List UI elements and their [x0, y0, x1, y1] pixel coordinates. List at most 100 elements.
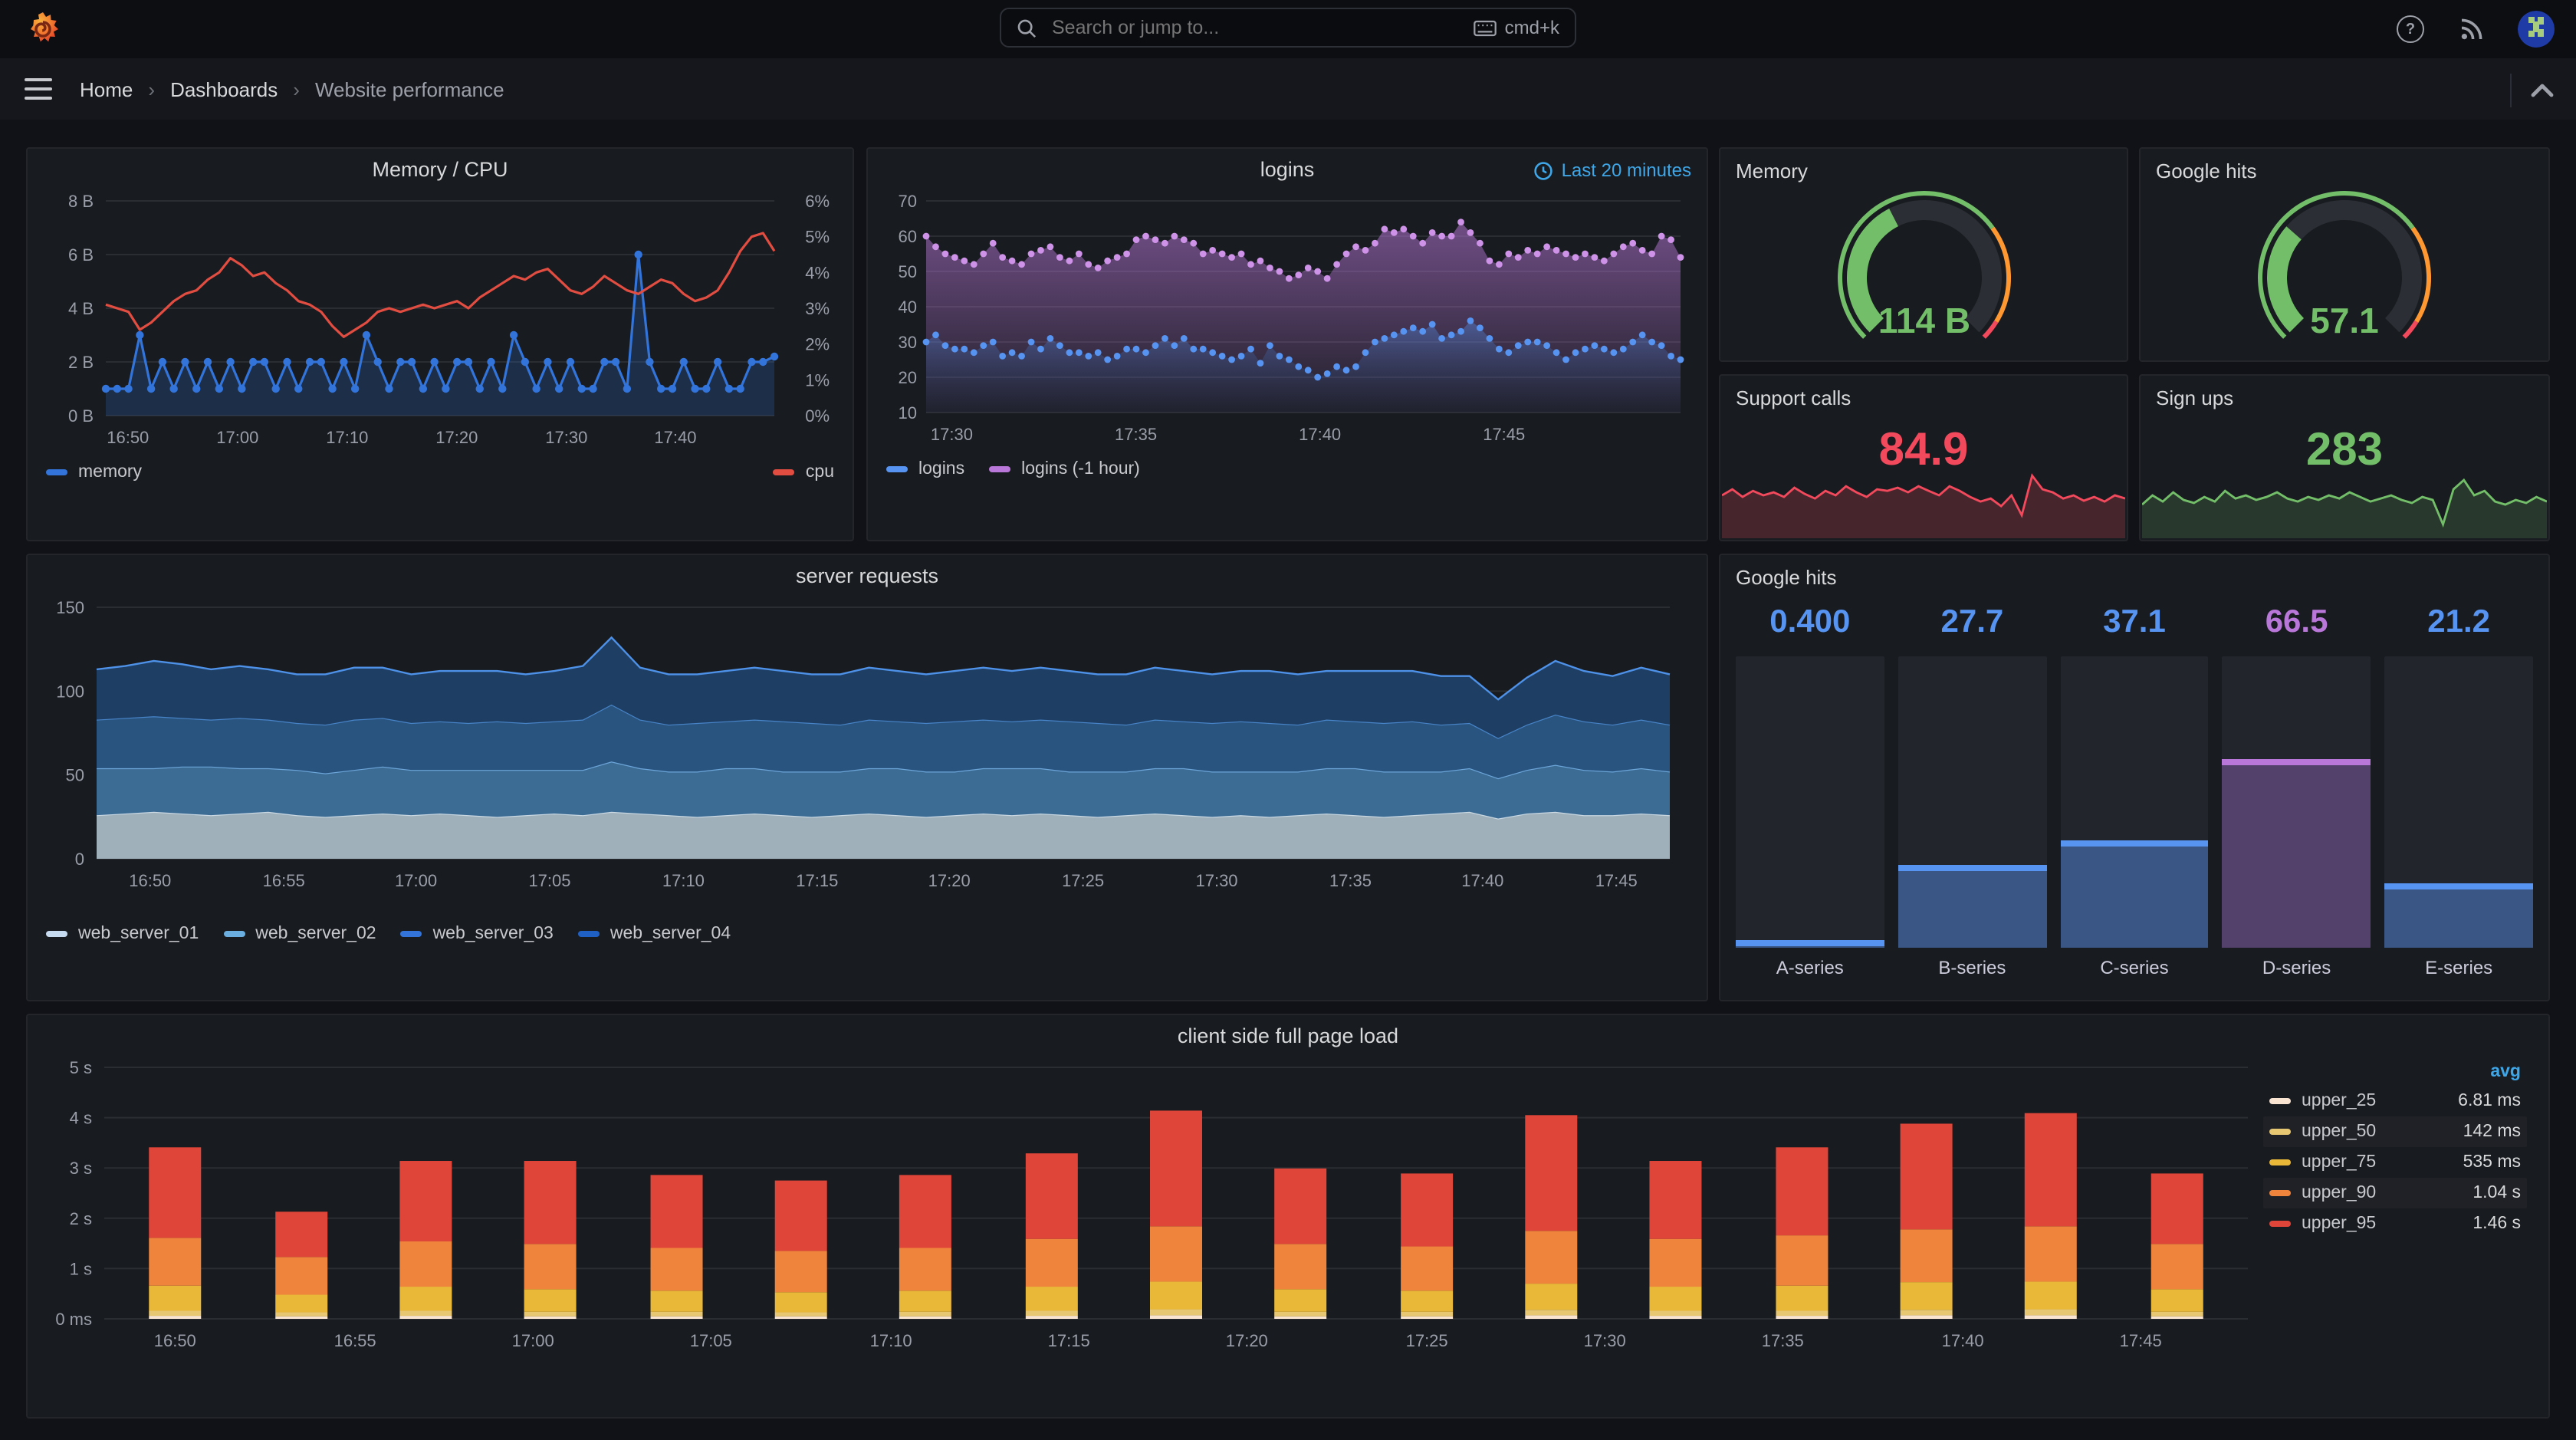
- bar-gauge-column-b: 27.7 B-series: [1898, 604, 2047, 988]
- legend-item-upper-50[interactable]: upper_50 142 ms: [2263, 1116, 2527, 1147]
- bar-track: [2384, 656, 2533, 948]
- svg-text:17:10: 17:10: [326, 428, 368, 447]
- legend-item-upper-90[interactable]: upper_90 1.04 s: [2263, 1178, 2527, 1208]
- panel-title[interactable]: Sign ups: [2156, 386, 2233, 409]
- svg-text:6%: 6%: [805, 192, 830, 211]
- legend-item-cpu[interactable]: cpu: [773, 463, 834, 482]
- bar-track: [2222, 656, 2371, 948]
- svg-text:4 s: 4 s: [70, 1109, 92, 1128]
- svg-text:17:10: 17:10: [870, 1331, 912, 1350]
- upper-75-swatch: [2269, 1159, 2291, 1165]
- panel-title[interactable]: server requests: [28, 555, 1707, 589]
- clock-icon: [1534, 161, 1553, 179]
- legend-avg-header[interactable]: avg: [2263, 1058, 2527, 1086]
- legend-label: cpu: [805, 463, 834, 482]
- search-icon: [1017, 18, 1037, 38]
- svg-text:17:05: 17:05: [527, 871, 570, 890]
- legend-item-upper-75[interactable]: upper_75 535 ms: [2263, 1147, 2527, 1178]
- legend-avg-value: 6.81 ms: [2458, 1092, 2521, 1110]
- svg-text:8 B: 8 B: [68, 192, 94, 211]
- legend-label: web_server_03: [432, 925, 554, 943]
- bar-label: D-series: [2262, 957, 2331, 978]
- rss-news-icon[interactable]: [2456, 14, 2487, 44]
- breadcrumb: Home › Dashboards › Website performance: [80, 77, 504, 100]
- help-icon[interactable]: ?: [2395, 14, 2426, 44]
- panel-memory-cpu: Memory / CPU 8 B 6 B 4 B 2 B 0 B 6% 5% 4% 3% 2% 1%…: [26, 147, 854, 541]
- panel-title[interactable]: Memory: [1736, 159, 1808, 182]
- svg-text:0: 0: [74, 850, 84, 869]
- bar-label: E-series: [2425, 957, 2493, 978]
- bar-fill: [1736, 940, 1884, 948]
- legend-item-upper-95[interactable]: upper_95 1.46 s: [2263, 1208, 2527, 1239]
- panel-title[interactable]: client side full page load: [28, 1015, 2548, 1049]
- panel-title[interactable]: Google hits: [2156, 159, 2257, 182]
- bar-gauge-column-d: 66.5 D-series: [2222, 604, 2371, 988]
- svg-text:3%: 3%: [805, 299, 830, 318]
- bar-track: [2060, 656, 2209, 948]
- svg-text:4%: 4%: [805, 263, 830, 282]
- legend-item-memory[interactable]: memory: [46, 463, 142, 482]
- bar-fill: [2222, 759, 2371, 948]
- svg-text:2 B: 2 B: [68, 353, 94, 372]
- upper-95-swatch: [2269, 1221, 2291, 1227]
- search-bar[interactable]: cmd+k: [1000, 8, 1576, 48]
- bar-gauge-column-c: 37.1 C-series: [2060, 604, 2209, 988]
- legend-item-web-server-01[interactable]: web_server_01: [46, 925, 199, 943]
- svg-text:50: 50: [898, 262, 916, 281]
- server-requests-chart: 150 100 50 0 16:50 16:55 17:00 17:05 17:10 17:15 1…: [55, 598, 1670, 890]
- memory-cpu-legend: memory cpu: [28, 455, 853, 489]
- user-avatar[interactable]: [2518, 11, 2555, 48]
- legend-label: upper_75: [2302, 1153, 2377, 1172]
- shortcut-label: cmd+k: [1504, 17, 1559, 38]
- breadcrumb-home[interactable]: Home: [80, 77, 133, 100]
- legend-item-web-server-02[interactable]: web_server_02: [223, 925, 376, 943]
- svg-text:17:30: 17:30: [1584, 1331, 1626, 1350]
- svg-text:17:40: 17:40: [1942, 1331, 1984, 1350]
- panel-title[interactable]: Memory / CPU: [28, 149, 853, 182]
- time-range-badge[interactable]: Last 20 minutes: [1534, 159, 1691, 181]
- legend-item-web-server-04[interactable]: web_server_04: [577, 925, 731, 943]
- logins-chart: 70 60 50 40 30 20 10 17:30 17:35 17:40 17:45: [898, 192, 1684, 444]
- panel-memory-gauge: Memory 114 B: [1719, 147, 2128, 362]
- legend-item-logins[interactable]: logins: [886, 460, 964, 478]
- svg-text:1%: 1%: [805, 370, 830, 390]
- breadcrumb-separator: ›: [293, 77, 300, 100]
- web-server-01-swatch: [46, 931, 67, 937]
- svg-text:0 B: 0 B: [68, 406, 94, 426]
- panel-title[interactable]: Support calls: [1736, 386, 1851, 409]
- web-server-02-swatch: [223, 931, 245, 937]
- breadcrumb-dashboards[interactable]: Dashboards: [170, 77, 278, 100]
- search-input[interactable]: [1049, 15, 1474, 40]
- svg-text:17:20: 17:20: [435, 428, 478, 447]
- svg-text:17:30: 17:30: [545, 428, 587, 447]
- web-server-03-swatch: [400, 931, 422, 937]
- legend-label: web_server_04: [610, 925, 731, 943]
- svg-text:17:45: 17:45: [1595, 871, 1637, 890]
- legend-label: upper_50: [2302, 1123, 2377, 1141]
- panel-logins: logins Last 20 minutes 70 60 50 40 30 20 10 17:…: [866, 147, 1708, 541]
- bar-gauge-column-a: 0.400 A-series: [1736, 604, 1884, 988]
- svg-text:17:30: 17:30: [930, 425, 972, 444]
- menu-icon[interactable]: [25, 78, 52, 100]
- legend-item-web-server-03[interactable]: web_server_03: [400, 925, 554, 943]
- legend-item-logins-prev[interactable]: logins (-1 hour): [989, 460, 1140, 478]
- svg-text:4 B: 4 B: [68, 299, 94, 318]
- grafana-logo-icon[interactable]: [25, 11, 61, 48]
- bar-gauge: 0.400 A-series 27.7 B-series 37.1 C-seri…: [1736, 604, 2533, 988]
- memory-swatch: [46, 469, 67, 475]
- bar-value: 66.5: [2265, 604, 2328, 639]
- svg-text:17:15: 17:15: [795, 871, 837, 890]
- bar-label: C-series: [2100, 957, 2169, 978]
- legend-avg-value: 1.46 s: [2472, 1215, 2521, 1233]
- svg-text:150: 150: [55, 598, 84, 617]
- panel-title[interactable]: Google hits: [1736, 566, 1837, 589]
- svg-text:17:30: 17:30: [1194, 871, 1237, 890]
- legend-label: upper_90: [2302, 1184, 2377, 1202]
- svg-text:17:15: 17:15: [1048, 1331, 1090, 1350]
- svg-text:17:25: 17:25: [1406, 1331, 1448, 1350]
- sign-ups-value: 283: [2305, 425, 2384, 475]
- panel-google-hits-gauge: Google hits 57.1: [2139, 147, 2550, 362]
- legend-item-upper-25[interactable]: upper_25 6.81 ms: [2263, 1086, 2527, 1116]
- chevron-up-icon[interactable]: [2530, 81, 2555, 100]
- legend-label: upper_95: [2302, 1215, 2377, 1233]
